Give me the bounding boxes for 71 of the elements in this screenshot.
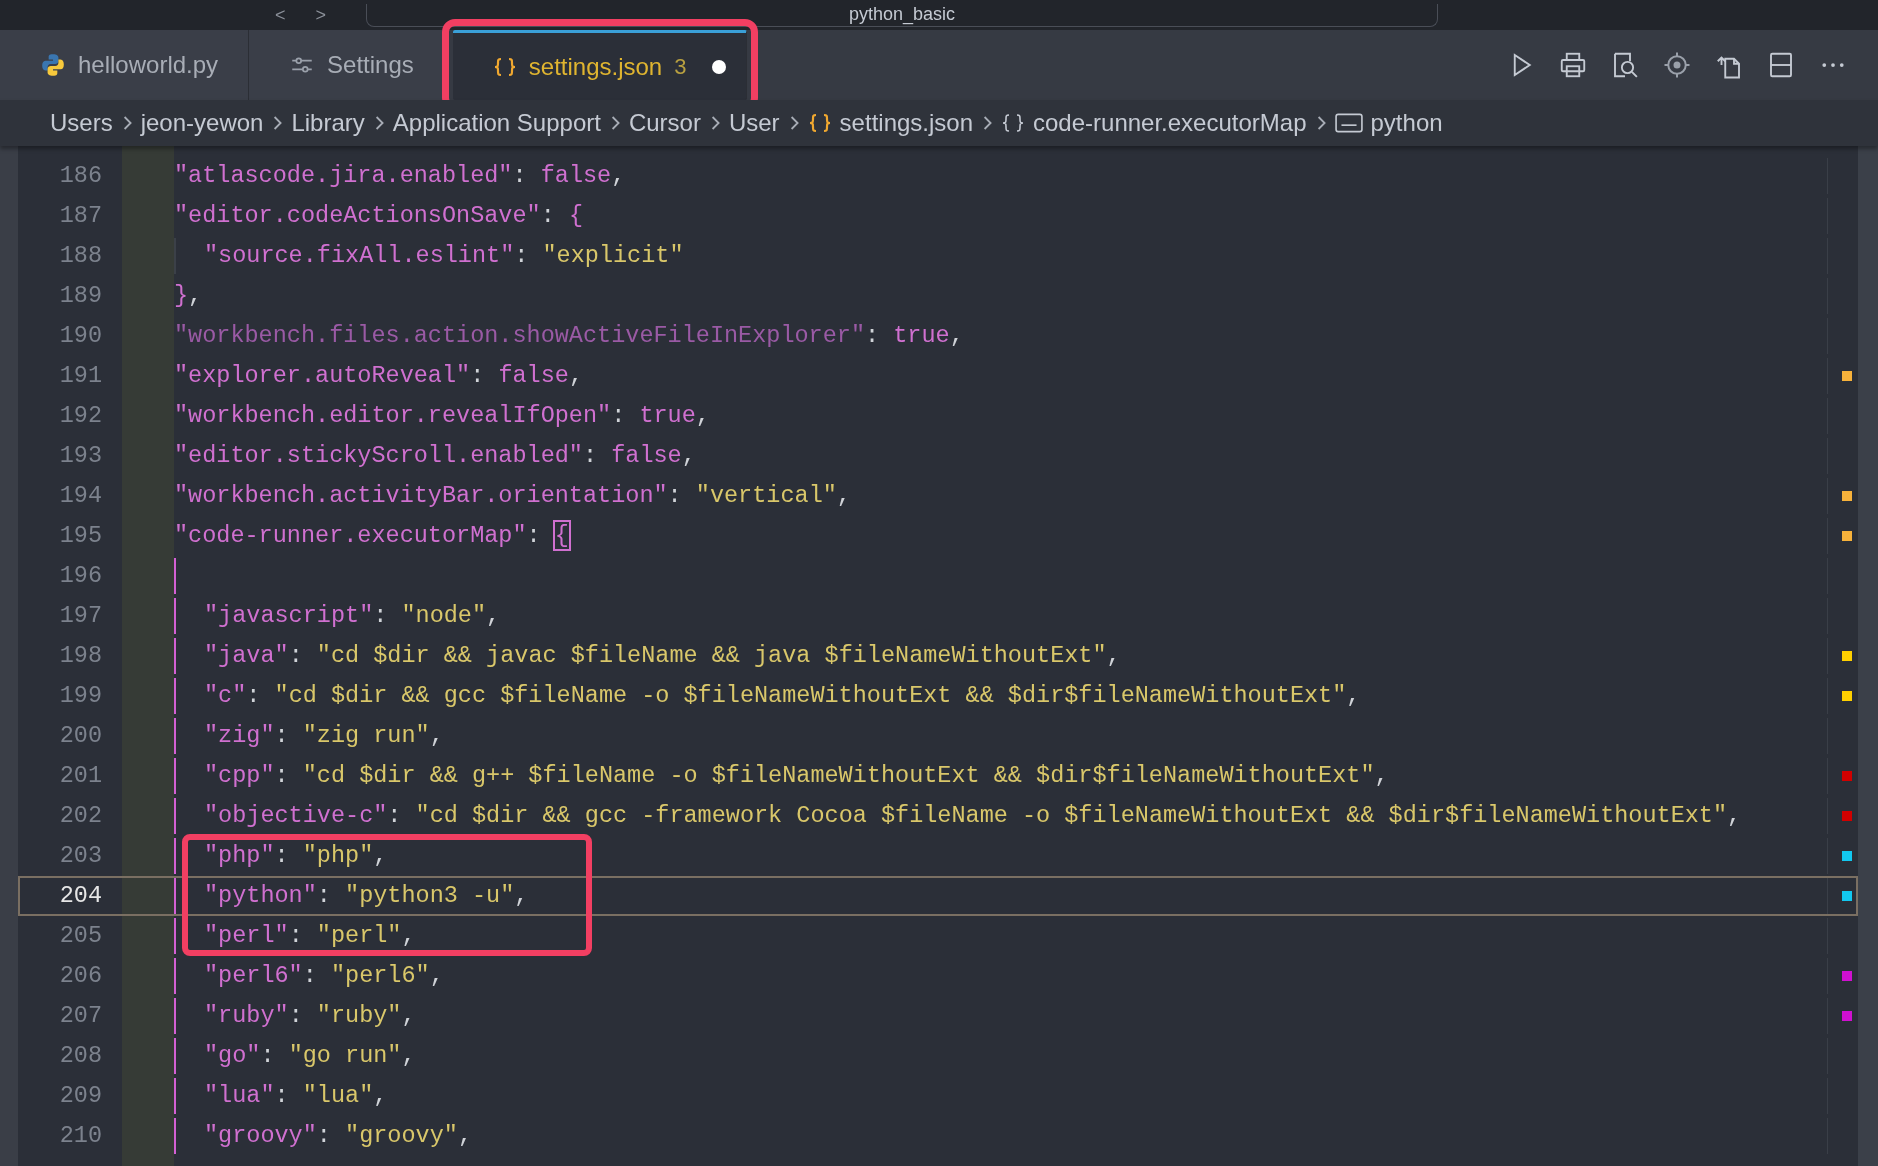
line-number: 196 bbox=[58, 561, 102, 591]
braces-icon bbox=[807, 112, 832, 134]
line-number: 200 bbox=[58, 721, 102, 751]
forward-button[interactable]: > bbox=[315, 4, 327, 26]
code-line: "workbench.files.action.showActiveFileInExplorer": true, bbox=[174, 321, 964, 351]
line-number: 198 bbox=[58, 641, 102, 671]
code-line: "editor.codeActionsOnSave": { bbox=[174, 201, 583, 231]
line-number: 190 bbox=[58, 321, 102, 351]
unsaved-dot-icon[interactable] bbox=[712, 59, 727, 74]
code-line: "atlascode.jira.enabled": false, bbox=[174, 161, 626, 191]
breadcrumb-item[interactable]: User bbox=[728, 109, 780, 137]
line-number: 209 bbox=[58, 1081, 102, 1111]
line-number: 203 bbox=[58, 841, 102, 871]
python-icon bbox=[40, 52, 66, 78]
code-line: "php": "php", bbox=[204, 841, 388, 871]
code-line: "java": "cd $dir && javac $fileName && java $fileNameWithoutExt", bbox=[204, 641, 1121, 671]
code-line: "ruby": "ruby", bbox=[204, 1001, 416, 1031]
code-line: "cpp": "cd $dir && g++ $fileName -o $fileNameWithoutExt && $dir$fileNameWithoutExt", bbox=[204, 761, 1389, 791]
code-line: "objective-c": "cd $dir && gcc -framework Cocoa $fileName -o $fileNameWithoutExt && $dir$fileNameWithoutExt", bbox=[204, 801, 1742, 831]
code-line: }, bbox=[174, 281, 203, 311]
line-number: 192 bbox=[58, 401, 102, 431]
code-line: "workbench.editor.revealIfOpen": true, bbox=[174, 401, 710, 431]
code-line: "zig": "zig run", bbox=[204, 721, 444, 751]
editor-tab[interactable]: Settings bbox=[249, 30, 445, 100]
breadcrumb-item[interactable]: Application Support bbox=[392, 109, 601, 137]
breadcrumb-item[interactable]: Cursor bbox=[628, 109, 701, 137]
line-number: 205 bbox=[58, 921, 102, 951]
line-number: 207 bbox=[58, 1001, 102, 1031]
line-number: 208 bbox=[58, 1041, 102, 1071]
target-icon[interactable] bbox=[1662, 50, 1692, 80]
code-line: "source.fixAll.eslint": "explicit" bbox=[204, 241, 684, 271]
code-line: "code-runner.executorMap": { bbox=[174, 521, 569, 551]
line-number: 187 bbox=[58, 201, 102, 231]
printer-icon[interactable] bbox=[1558, 50, 1588, 80]
breadcrumb-item[interactable]: python bbox=[1370, 109, 1443, 137]
line-number: 188 bbox=[58, 241, 102, 271]
code-line: "perl": "perl", bbox=[204, 921, 416, 951]
line-number: 204 bbox=[58, 881, 102, 911]
breadcrumb-item[interactable]: Library bbox=[291, 109, 365, 137]
code-line: "c": "cd $dir && gcc $fileName -o $fileNameWithoutExt && $dir$fileNameWithoutExt", bbox=[204, 681, 1361, 711]
editor-tab[interactable]: helloworld.py bbox=[0, 30, 250, 100]
code-line: "perl6": "perl6", bbox=[204, 961, 444, 991]
problem-count: 3 bbox=[674, 53, 687, 80]
breadcrumb-item[interactable]: Users bbox=[50, 109, 113, 137]
code-line: "explorer.autoReveal": false, bbox=[174, 361, 583, 391]
line-number: 206 bbox=[58, 961, 102, 991]
line-number: 199 bbox=[58, 681, 102, 711]
line-number: 195 bbox=[58, 521, 102, 551]
braces-icon bbox=[492, 55, 517, 78]
line-number: 210 bbox=[58, 1121, 102, 1151]
breadcrumb-item[interactable]: settings.json bbox=[839, 109, 973, 137]
line-number: 197 bbox=[58, 601, 102, 631]
back-button[interactable]: < bbox=[275, 4, 286, 26]
code-line: "python": "python3 -u", bbox=[204, 881, 529, 911]
string-icon bbox=[1334, 112, 1363, 134]
braces-icon bbox=[1001, 112, 1025, 134]
line-number: 191 bbox=[58, 361, 102, 391]
code-line: "javascript": "node", bbox=[204, 601, 501, 631]
line-number: 202 bbox=[58, 801, 102, 831]
breadcrumb-item[interactable]: jeon-yewon bbox=[140, 109, 264, 137]
code-line: "lua": "lua", bbox=[204, 1081, 388, 1111]
line-number: 193 bbox=[58, 441, 102, 471]
line-number: 194 bbox=[58, 481, 102, 511]
line-number: 186 bbox=[58, 161, 102, 191]
breadcrumb-item[interactable]: code-runner.executorMap bbox=[1033, 109, 1307, 137]
code-line: "editor.stickyScroll.enabled": false, bbox=[174, 441, 696, 471]
code-line: "go": "go run", bbox=[204, 1041, 416, 1071]
code-line: "groovy": "groovy", bbox=[204, 1121, 472, 1151]
line-number: 201 bbox=[58, 761, 102, 791]
code-line: "workbench.activityBar.orientation": "vertical", bbox=[174, 481, 851, 511]
line-number: 189 bbox=[58, 281, 102, 311]
